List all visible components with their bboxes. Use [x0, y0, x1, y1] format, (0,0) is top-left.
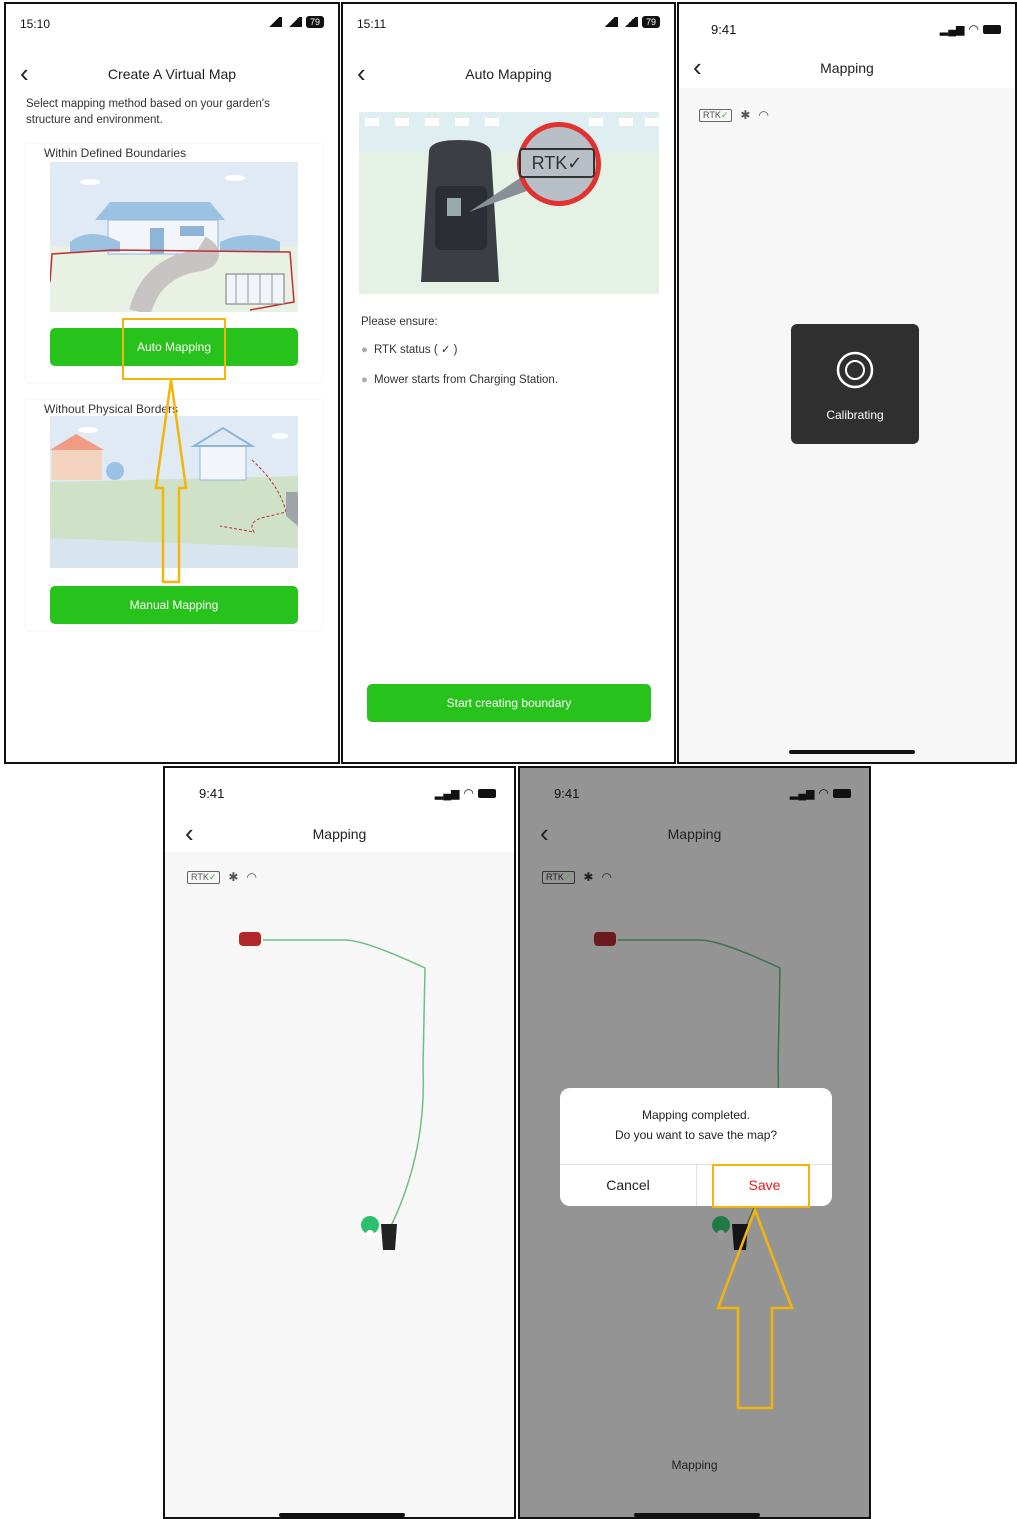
status-time: 15:10 — [20, 17, 51, 31]
calibrating-toast: Calibrating — [791, 324, 919, 444]
signal-icon: ▂▄▆ — [939, 23, 965, 36]
status-bar: 15:11 79 — [343, 4, 674, 44]
status-time: 9:41 — [554, 786, 580, 801]
arrow-up-annotation — [154, 379, 188, 584]
mower-icon — [594, 932, 616, 946]
signal-icon — [601, 17, 618, 27]
nav-bar: ‹ Create A Virtual Map — [6, 54, 338, 98]
bottom-status-label: Mapping — [671, 1458, 718, 1472]
page-title: Create A Virtual Map — [107, 66, 237, 82]
page-title: Mapping — [667, 826, 722, 842]
bullet-icon: ● — [361, 374, 368, 386]
check-icon: ✓ — [208, 871, 217, 882]
bullet-icon: ● — [361, 344, 368, 356]
battery-icon — [478, 788, 496, 798]
check-icon: ✓ — [563, 871, 572, 882]
nav-bar: ‹ Auto Mapping — [343, 54, 674, 98]
calibrate-icon — [836, 351, 874, 389]
ensure-heading: Please ensure: — [361, 316, 438, 328]
signal-icon: ▂▄▆ — [789, 787, 815, 800]
wifi-icon: ◠ — [601, 870, 612, 884]
page-title: Mapping — [820, 60, 874, 76]
nav-bar: ‹ Mapping — [520, 814, 869, 858]
connection-status: RTK✓ ✱ ◠ — [542, 870, 612, 884]
bluetooth-icon: ✱ — [228, 870, 239, 884]
start-creating-boundary-button[interactable]: Start creating boundary — [367, 684, 651, 722]
dialog-message-line2: Do you want to save the map? — [614, 1128, 778, 1142]
screen-mapping-save-dialog: 9:41 ▂▄▆ ◠ ‹ Mapping RTK✓ ✱ ◠ Mapping co… — [518, 766, 871, 1519]
rtk-badge: RTK✓ — [519, 148, 595, 178]
screen-mapping-path: 9:41 ▂▄▆ ◠ ‹ Mapping RTK✓ ✱ ◠ — [163, 766, 516, 1519]
home-indicator — [634, 1513, 760, 1517]
calibrating-label: Calibrating — [826, 408, 884, 422]
connection-status: RTK✓ ✱ ◠ — [699, 108, 769, 122]
mower-icon — [239, 932, 261, 946]
highlight-box — [712, 1164, 810, 1208]
garden-defined-illustration — [50, 162, 298, 312]
nav-bar: ‹ Mapping — [165, 814, 514, 858]
page-title: Mapping — [312, 826, 367, 842]
status-time: 9:41 — [199, 786, 225, 801]
status-bar: 9:41 ▂▄▆ ◠ — [165, 768, 514, 808]
wifi-icon: ◠ — [758, 108, 769, 122]
wifi-icon: ◠ — [463, 786, 474, 800]
wifi-icon: ◠ — [246, 870, 257, 884]
status-time: 9:41 — [711, 22, 737, 37]
charging-station-icon — [381, 1224, 397, 1250]
connection-status: RTK✓ ✱ ◠ — [187, 870, 257, 884]
battery-icon — [833, 788, 851, 798]
checklist-item: ● Mower starts from Charging Station. — [361, 374, 559, 386]
mower-rtk-illustration: RTK✓ — [359, 112, 659, 294]
page-description: Select mapping method based on your gard… — [26, 98, 270, 126]
bluetooth-icon: ✱ — [583, 870, 594, 884]
signal-icon: ▂▄▆ — [434, 787, 460, 800]
status-bar: 9:41 ▂▄▆ ◠ — [679, 4, 1015, 44]
status-bar: 9:41 ▂▄▆ ◠ — [520, 768, 869, 808]
wifi-icon: ◠ — [818, 786, 829, 800]
home-indicator — [279, 1513, 405, 1517]
rtk-status-badge: RTK✓ — [542, 870, 576, 884]
page-title: Auto Mapping — [465, 66, 552, 82]
highlight-box — [122, 318, 226, 380]
signal-icon — [621, 17, 638, 27]
screen-auto-mapping: 15:11 79 ‹ Auto Mapping RTK✓ Please ensu… — [341, 2, 676, 764]
home-indicator — [789, 750, 915, 754]
wifi-icon: ◠ — [968, 22, 979, 36]
rtk-status-badge: RTK✓ — [699, 108, 733, 122]
cancel-button[interactable]: Cancel — [560, 1164, 696, 1206]
signal-icon — [285, 17, 302, 27]
mapping-path-canvas — [239, 932, 426, 1250]
screen-create-virtual-map: 15:10 79 ‹ Create A Virtual Map Select m… — [4, 2, 340, 764]
status-bar: 15:10 79 — [6, 4, 338, 44]
signal-icon — [265, 17, 282, 27]
nav-bar: ‹ Mapping — [679, 48, 1015, 92]
battery-icon — [983, 24, 1001, 34]
battery-icon: 79 — [305, 16, 324, 28]
dialog-message-line1: Mapping completed. — [641, 1108, 751, 1122]
bluetooth-icon: ✱ — [740, 108, 751, 122]
manual-mapping-button[interactable]: Manual Mapping — [50, 586, 298, 624]
card-title: Within Defined Boundaries — [44, 146, 187, 160]
rtk-status-badge: RTK✓ — [187, 870, 221, 884]
screen-mapping-calibrating: 9:41 ▂▄▆ ◠ ‹ Mapping RTK✓ ✱ ◠ Calibratin… — [677, 2, 1017, 764]
battery-icon: 79 — [641, 16, 660, 28]
arrow-up-annotation — [716, 1208, 794, 1410]
checklist-item: ● RTK status ( ✓ ) — [361, 344, 458, 356]
check-icon: ✓ — [720, 109, 729, 120]
status-time: 15:11 — [357, 17, 387, 31]
